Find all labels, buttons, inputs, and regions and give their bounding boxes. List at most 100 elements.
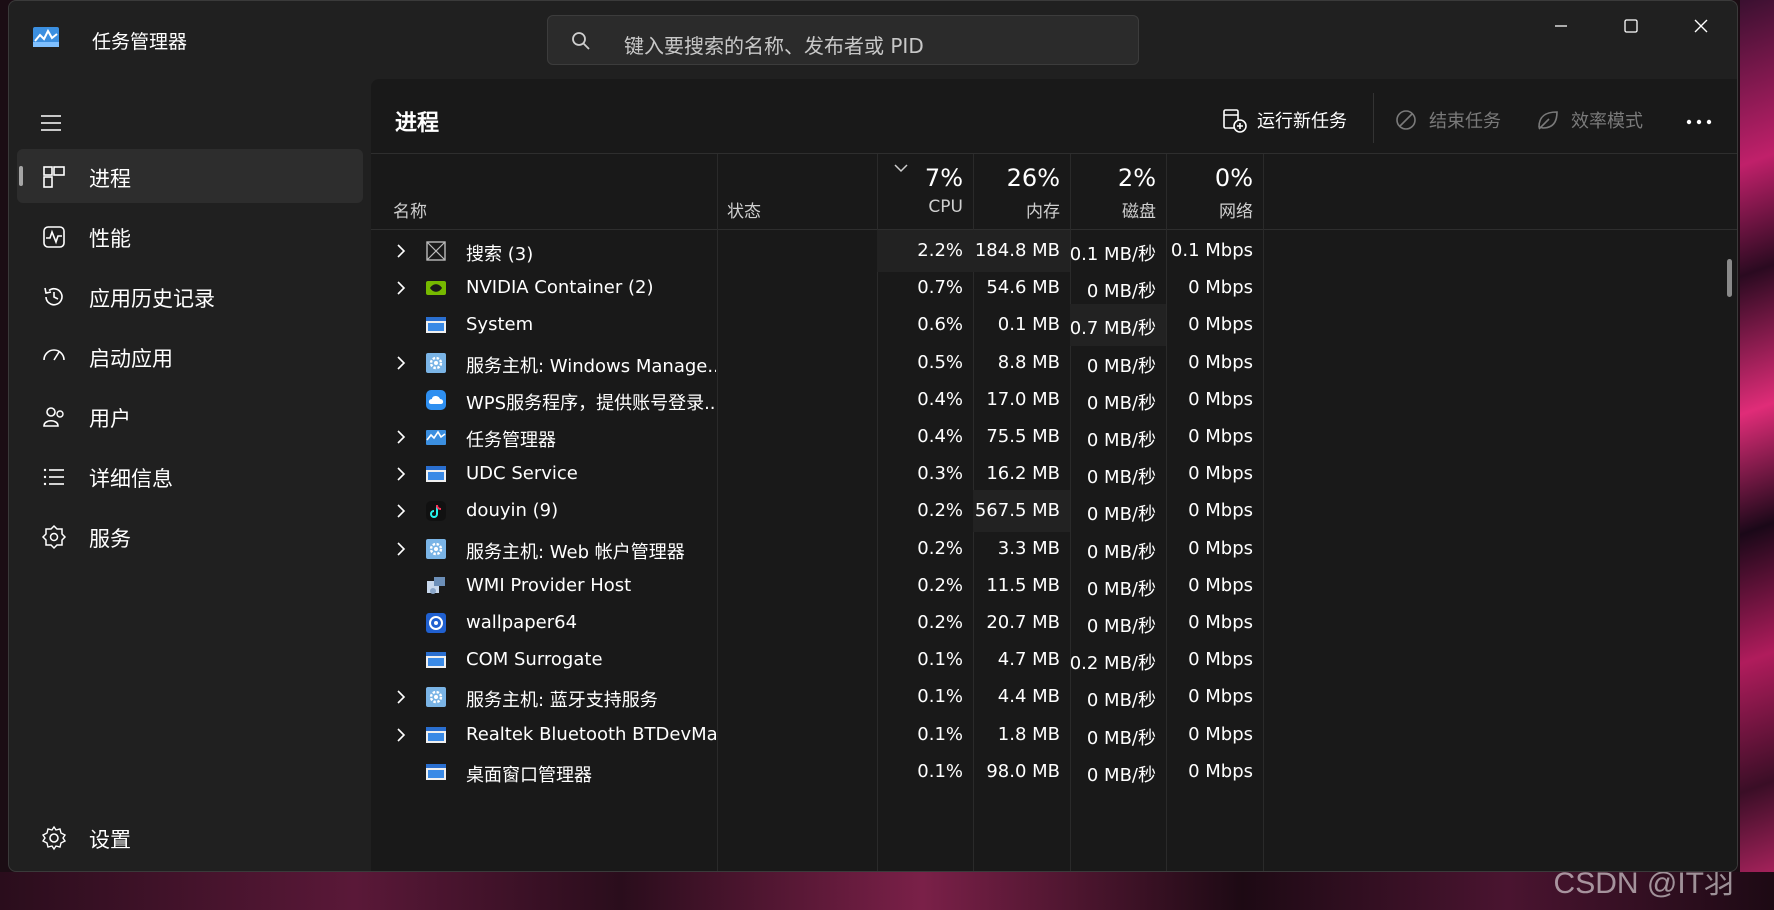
process-row[interactable]: System 0.6% 0.1 MB 0.7 MB/秒 0 Mbps [371,304,1737,347]
gear-service-icon [426,352,446,373]
search-box[interactable]: 键入要搜索的名称、发布者或 PID [547,15,1139,65]
disk-value: 0 MB/秒 [1086,578,1156,600]
network-cell: 0 Mbps [1166,565,1263,607]
hamburger-icon [41,115,61,131]
memory-value: 17.0 MB [986,388,1060,410]
column-header-disk[interactable]: 2% 磁盘 [1070,154,1166,229]
sidebar-item-services[interactable]: 服务 [17,509,363,563]
process-row[interactable]: WMI Provider Host 0.2% 11.5 MB 0 MB/秒 0 Mbps [371,565,1737,607]
process-row[interactable]: 桌面窗口管理器 0.1% 98.0 MB 0 MB/秒 0 Mbps [371,751,1737,793]
sidebar-item-users[interactable]: 用户 [17,389,363,443]
network-value: 0 Mbps [1188,723,1253,745]
process-row[interactable]: 服务主机: 蓝牙支持服务 0.1% 4.4 MB 0 MB/秒 0 Mbps [371,676,1737,718]
sidebar-item-label: 性能 [89,227,131,251]
column-header-memory[interactable]: 26% 内存 [973,154,1070,229]
window-app-icon [426,726,446,743]
chevron-right-icon[interactable] [393,688,409,706]
disk-value: 0 MB/秒 [1086,392,1156,414]
search-input[interactable]: 键入要搜索的名称、发布者或 PID [624,30,924,59]
process-name: 服务主机: 蓝牙支持服务 [466,690,658,712]
disk-cell: 0 MB/秒 [1070,602,1166,644]
menu-toggle-button[interactable] [31,105,71,141]
memory-value: 0.1 MB [997,314,1060,336]
cpu-value: 0.3% [917,463,963,485]
page-title: 进程 [395,111,440,136]
minimize-button[interactable] [1539,9,1583,43]
maximize-button[interactable] [1609,9,1653,43]
process-row[interactable]: douyin (9) 0.2% 567.5 MB 0 MB/秒 0 Mbps [371,490,1737,533]
sidebar-item-settings[interactable]: 设置 [17,810,363,864]
sidebar-item-label: 设置 [89,828,131,852]
network-value: 0 Mbps [1188,612,1253,633]
sidebar-item-processes[interactable]: 进程 [17,149,363,203]
sidebar-item-details[interactable]: 详细信息 [17,449,363,503]
cpu-value: 0.4% [917,426,963,447]
process-row[interactable]: 搜索 (3) 2.2% 184.8 MB 0.1 MB/秒 0.1 Mbps [371,230,1737,272]
chevron-right-icon[interactable] [393,242,409,260]
chevron-right-icon[interactable] [393,540,409,558]
network-cell: 0 Mbps [1166,676,1263,718]
efficiency-mode-button[interactable]: 效率模式 [1535,103,1643,137]
process-row[interactable]: 服务主机: Web 帐户管理器 0.2% 3.3 MB 0 MB/秒 0 Mbps [371,528,1737,570]
network-cell: 0 Mbps [1166,751,1263,793]
chevron-right-icon[interactable] [393,465,409,483]
chevron-right-icon[interactable] [393,726,409,744]
memory-value: 184.8 MB [974,240,1060,261]
chevron-right-icon[interactable] [393,354,409,372]
process-row[interactable]: 服务主机: Windows Manage... 0.5% 8.8 MB 0 MB/秒 0… [371,342,1737,384]
process-name: 搜索 (3) [466,244,534,265]
process-row[interactable]: COM Surrogate 0.1% 4.7 MB 0.2 MB/秒 0 Mbps [371,639,1737,681]
memory-value: 567.5 MB [974,500,1060,522]
desktop-wallpaper-edge [1740,0,1774,910]
disk-value: 0 MB/秒 [1086,690,1156,712]
column-header-status[interactable]: 状态 [717,154,877,229]
column-header-name[interactable]: 名称 [371,154,717,229]
processes-panel: 进程 运行新任务 结束任务 效率模式 名称 状态 7% CPU 26% 内存 2… [371,79,1737,871]
close-button[interactable] [1679,9,1723,43]
cpu-total: 7% [924,164,963,192]
wallpaper-icon [426,613,446,633]
sidebar-item-startup-apps[interactable]: 启动应用 [17,329,363,383]
process-row[interactable]: UDC Service 0.3% 16.2 MB 0 MB/秒 0 Mbps [371,453,1737,495]
disk-total: 2% [1117,164,1156,192]
memory-cell: 17.0 MB [973,379,1070,421]
process-row[interactable]: WPS服务程序，提供账号登录... 0.4% 17.0 MB 0 MB/秒 0 Mbps [371,379,1737,421]
process-row[interactable]: NVIDIA Container (2) 0.7% 54.6 MB 0 MB/秒 0 M… [371,267,1737,309]
memory-value: 4.4 MB [997,686,1060,708]
nvidia-icon [426,281,446,296]
end-task-button[interactable]: 结束任务 [1393,103,1501,137]
disk-value: 0 MB/秒 [1086,355,1156,377]
sidebar-item-app-history[interactable]: 应用历史记录 [17,269,363,323]
disk-value: 0 MB/秒 [1086,727,1156,749]
column-header-cpu[interactable]: 7% CPU [877,154,973,229]
sidebar-item-performance[interactable]: 性能 [17,209,363,263]
network-cell: 0 Mbps [1166,342,1263,384]
memory-value: 11.5 MB [986,574,1060,596]
disk-value: 0 MB/秒 [1086,430,1156,451]
process-name: 服务主机: Windows Manage... [466,355,716,377]
startup-apps-icon [43,349,65,361]
run-new-task-button[interactable]: 运行新任务 [1221,103,1347,137]
cpu-value: 0.1% [917,723,963,745]
cpu-value: 0.7% [917,277,963,299]
disk-value: 0.1 MB/秒 [1069,244,1156,265]
chevron-right-icon[interactable] [393,428,409,446]
column-header-network[interactable]: 0% 网络 [1166,154,1263,229]
process-row[interactable]: 任务管理器 0.4% 75.5 MB 0 MB/秒 0 Mbps [371,416,1737,458]
network-cell: 0 Mbps [1166,379,1263,421]
more-options-button[interactable] [1679,107,1719,137]
chevron-right-icon[interactable] [393,502,409,520]
end-task-icon [1396,110,1416,130]
disk-value: 0 MB/秒 [1086,541,1156,563]
process-name: 桌面窗口管理器 [466,764,592,786]
network-cell: 0.1 Mbps [1166,230,1263,272]
sidebar-item-label: 启动应用 [89,347,173,371]
sidebar-item-label: 服务 [89,527,131,551]
table-header: 名称 状态 7% CPU 26% 内存 2% 磁盘 0% 网络 [371,154,1737,229]
process-row[interactable]: wallpaper64 0.2% 20.7 MB 0 MB/秒 0 Mbps [371,602,1737,644]
chevron-right-icon[interactable] [393,279,409,297]
process-row[interactable]: Realtek Bluetooth BTDevMa... 0.1% 1.8 MB 0 … [371,714,1737,756]
cpu-cell: 0.2% [877,602,973,644]
efficiency-leaf-icon [1538,111,1558,130]
scrollbar-thumb[interactable] [1727,259,1732,297]
